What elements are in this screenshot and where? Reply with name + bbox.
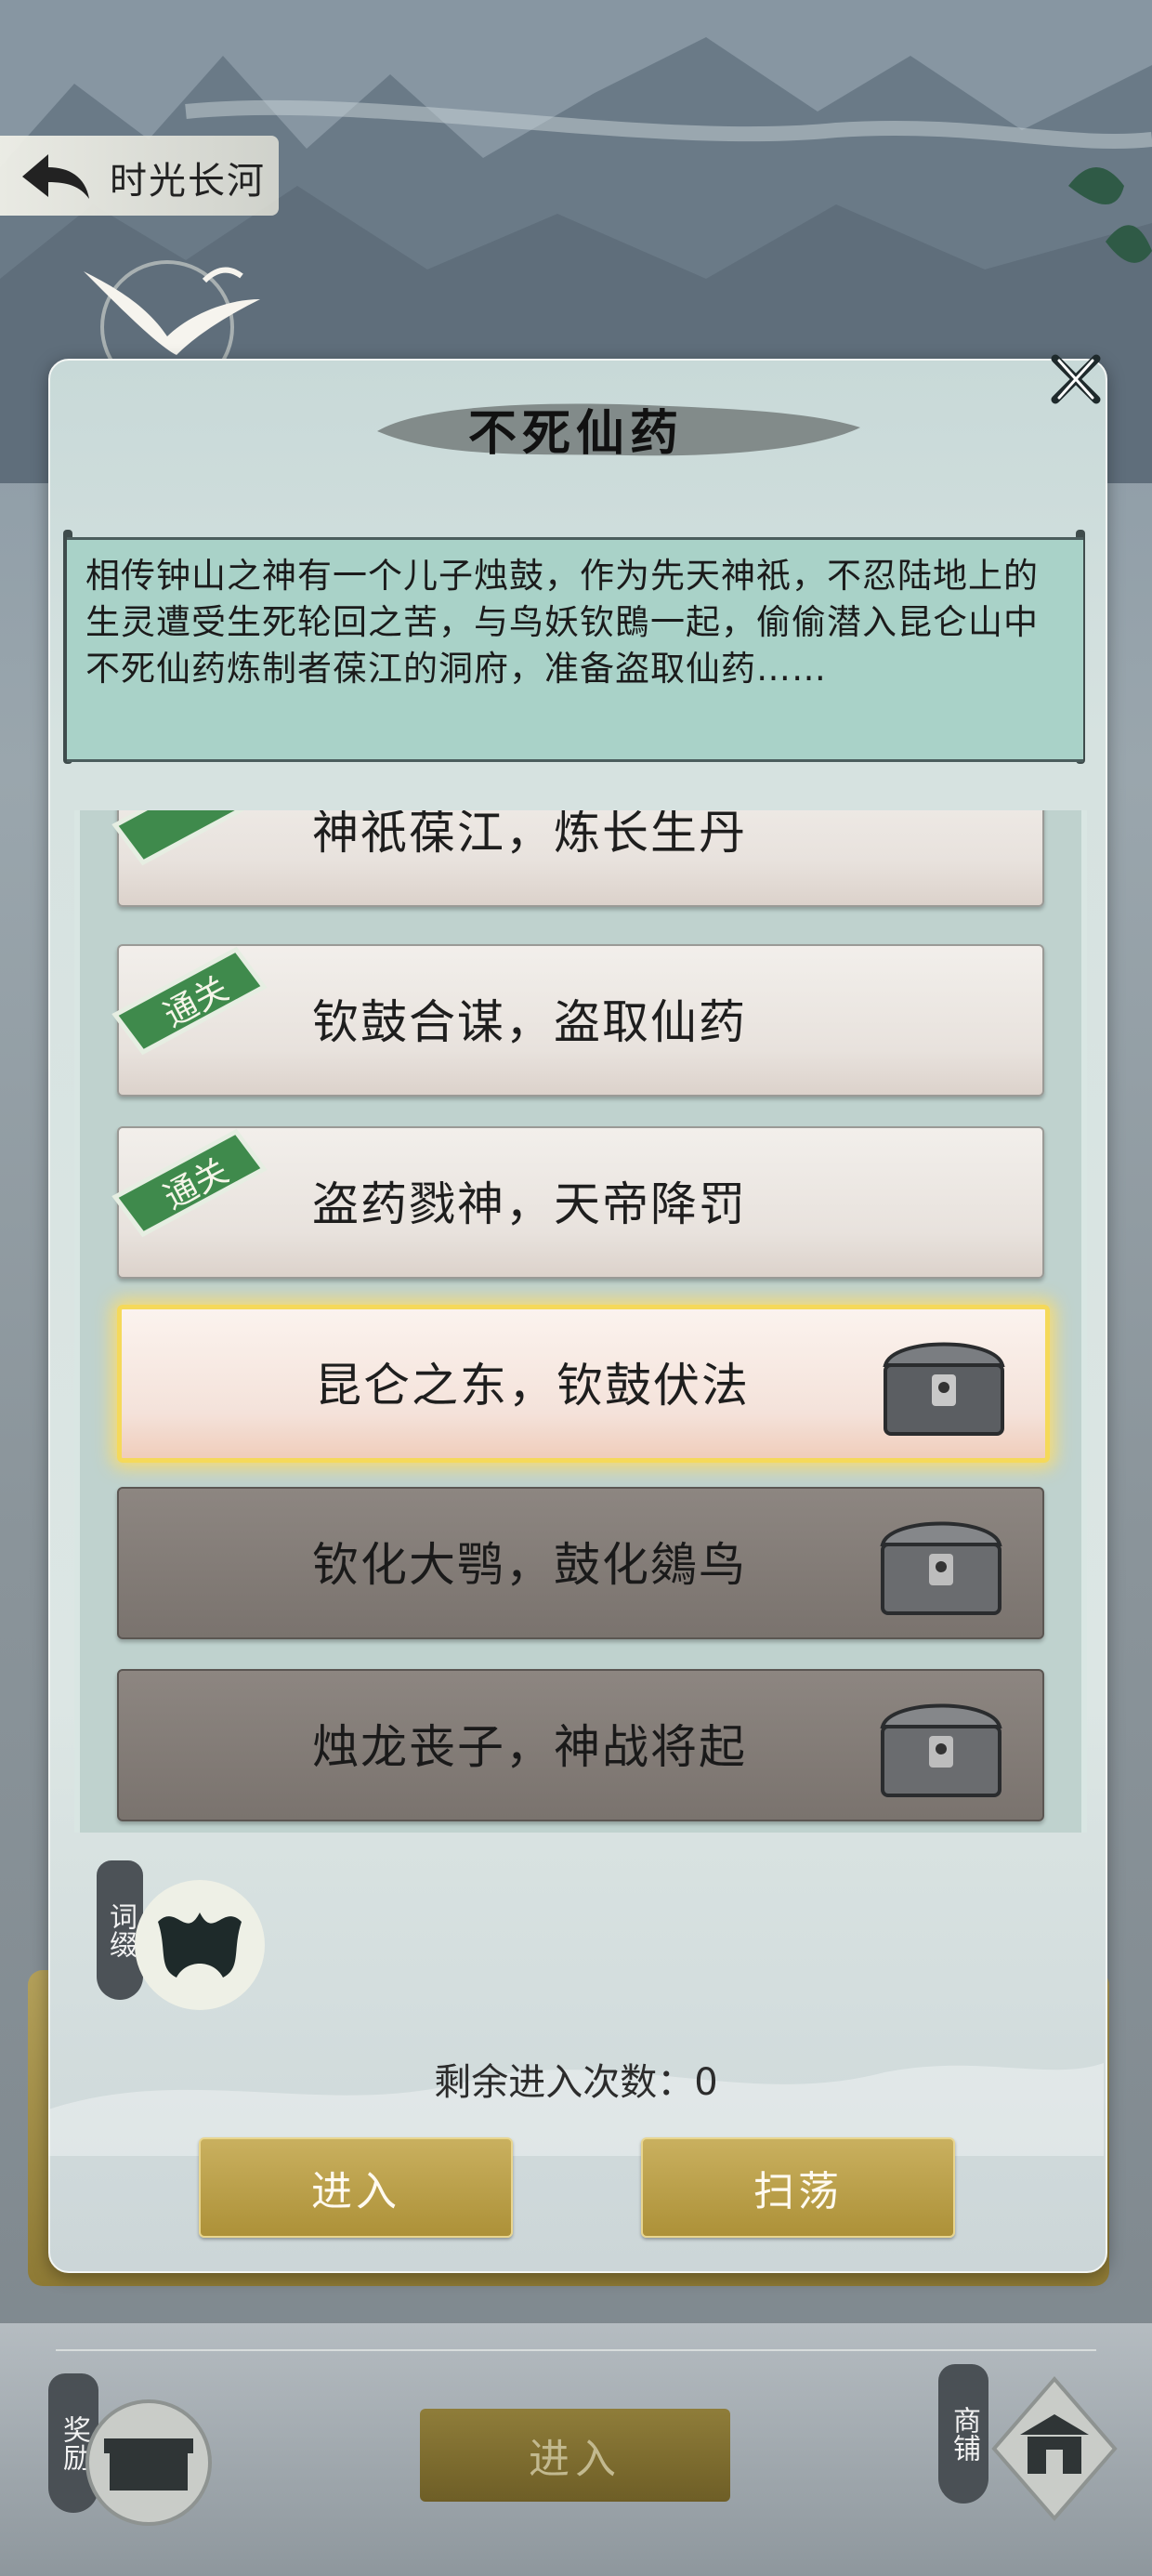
reward-chest-icon[interactable] bbox=[84, 2398, 214, 2528]
back-arrow-icon[interactable] bbox=[15, 145, 95, 206]
stage-label: 钦化大鹗，鼓化鵕鸟 bbox=[312, 1538, 747, 1592]
affix-icon[interactable] bbox=[130, 1875, 269, 2015]
remaining-entries-text: 剩余进入次数：0 bbox=[434, 2061, 718, 2104]
crane-emblem-icon bbox=[84, 260, 260, 374]
cleared-badge-icon bbox=[111, 810, 245, 866]
cleared-badge-icon: 通关 bbox=[111, 1128, 268, 1238]
dialog-title: 不死仙药 bbox=[467, 405, 684, 462]
stage-label: 钦鼓合谋，盗取仙药 bbox=[312, 995, 747, 1049]
bottom-divider bbox=[56, 2349, 1096, 2351]
chest-icon[interactable] bbox=[874, 1321, 1014, 1445]
shop-pavilion-icon[interactable] bbox=[985, 2370, 1124, 2528]
enter-button[interactable]: 进入 bbox=[199, 2137, 513, 2238]
bottom-enter-button[interactable]: 进入 bbox=[420, 2409, 730, 2502]
stage-item-3[interactable]: 通关 盗药戮神，天帝降罚 bbox=[111, 1126, 1044, 1279]
stage-label: 烛龙丧子，神战将起 bbox=[312, 1720, 747, 1774]
stage-item-2[interactable]: 通关 钦鼓合谋，盗取仙药 bbox=[111, 944, 1044, 1097]
stage-label: 神祇葆江，炼长生丹 bbox=[312, 810, 747, 860]
sweep-button[interactable]: 扫荡 bbox=[641, 2137, 955, 2238]
stage-list[interactable]: 神祇葆江，炼长生丹 通关 钦鼓合谋，盗取仙药 通关 盗药戮神，天帝降罚 昆仑之东… bbox=[74, 810, 1087, 1833]
stage-item-6-locked[interactable]: 烛龙丧子，神战将起 bbox=[117, 1669, 1044, 1821]
chest-icon[interactable] bbox=[871, 1500, 1011, 1624]
close-icon[interactable] bbox=[1046, 351, 1106, 411]
stage-item-5-locked[interactable]: 钦化大鹗，鼓化鵕鸟 bbox=[117, 1487, 1044, 1639]
stage-item-1[interactable]: 神祇葆江，炼长生丹 bbox=[111, 810, 1044, 907]
cleared-badge-icon: 通关 bbox=[111, 946, 268, 1056]
story-scroll[interactable]: 相传钟山之神有一个儿子烛鼓，作为先天神祇，不忍陆地上的生灵遭受生死轮回之苦，与鸟… bbox=[67, 537, 1083, 762]
page-title: 时光长河 bbox=[110, 160, 266, 203]
shop-tag[interactable]: 商铺 bbox=[938, 2364, 988, 2504]
stage-label: 盗药戮神，天帝降罚 bbox=[312, 1177, 747, 1231]
story-text: 相传钟山之神有一个儿子烛鼓，作为先天神祇，不忍陆地上的生灵遭受生死轮回之苦，与鸟… bbox=[85, 556, 1039, 689]
top-bar[interactable]: 时光长河 bbox=[0, 136, 279, 216]
stage-label: 昆仑之东，钦鼓伏法 bbox=[315, 1359, 750, 1413]
chest-icon[interactable] bbox=[871, 1682, 1011, 1807]
stage-item-4-selected[interactable]: 昆仑之东，钦鼓伏法 bbox=[117, 1305, 1050, 1463]
